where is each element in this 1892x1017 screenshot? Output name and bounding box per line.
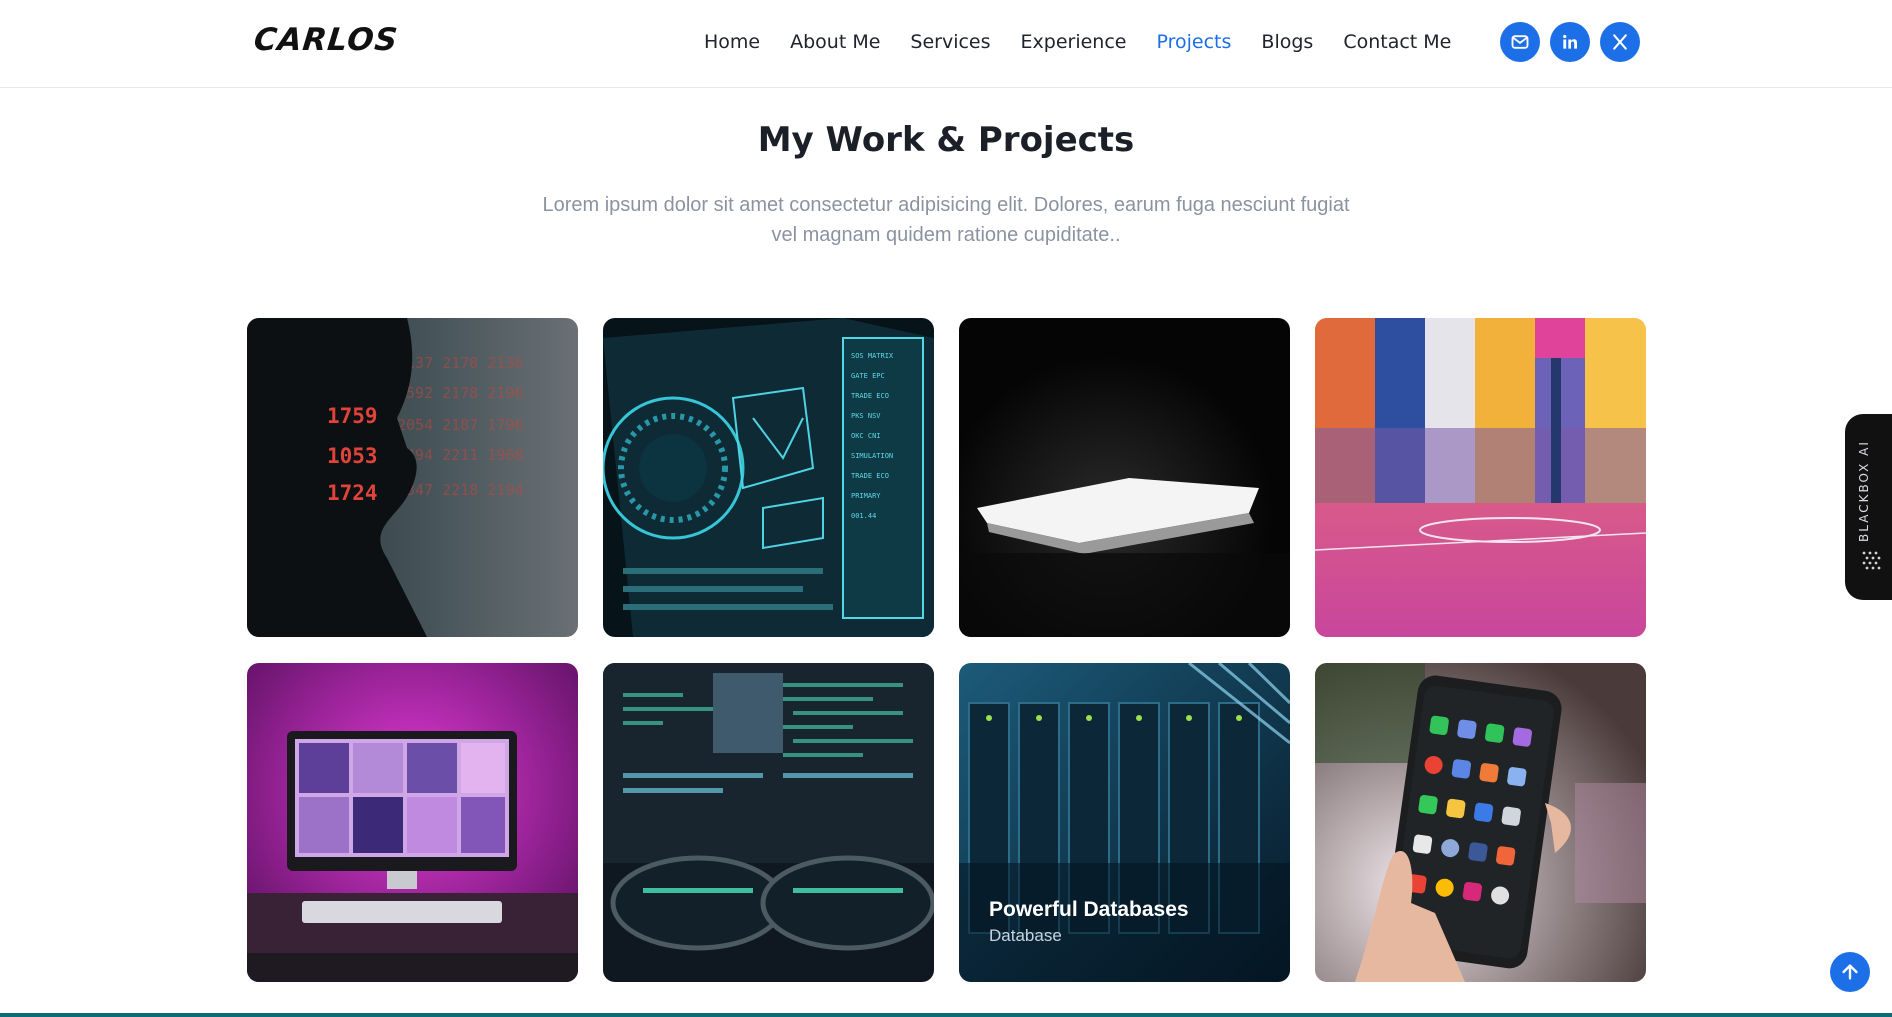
project-card[interactable] (247, 663, 578, 982)
nav-contact-me[interactable]: Contact Me (1343, 30, 1451, 54)
svg-text:PKS NSV: PKS NSV (851, 412, 881, 420)
nav-home[interactable]: Home (704, 30, 760, 54)
svg-text:PRIMARY: PRIMARY (851, 492, 881, 500)
project-category: Database (989, 926, 1062, 945)
main-nav: Home About Me Services Experience Projec… (704, 30, 1481, 54)
svg-text:TRADE ECO: TRADE ECO (851, 472, 889, 480)
site-logo[interactable]: CARLOS (252, 22, 400, 58)
project-card[interactable] (603, 663, 934, 982)
project-image-dark-laptop (959, 318, 1290, 637)
project-title: Powerful Databases (989, 898, 1189, 921)
svg-text:2137 2178 2136: 2137 2178 2136 (397, 354, 523, 372)
project-image-smartphone-hand (1315, 663, 1646, 982)
nav-about-me[interactable]: About Me (790, 30, 880, 54)
mail-icon[interactable] (1500, 22, 1540, 62)
project-card[interactable]: 2137 2178 2136 1592 2178 2196 2054 2187 1… (247, 318, 578, 637)
scroll-to-top-button[interactable] (1830, 952, 1870, 992)
nav-projects[interactable]: Projects (1157, 30, 1232, 54)
nav-blogs[interactable]: Blogs (1261, 30, 1313, 54)
x-icon[interactable] (1600, 22, 1640, 62)
grid-dots-icon (1862, 551, 1881, 570)
svg-text:1724: 1724 (327, 481, 378, 505)
project-image-hud-interface: SOS MATRIX GATE EPC TRADE ECO PKS NSV OKC C… (603, 318, 934, 637)
blackbox-ai-widget[interactable]: BLACKBOX AI (1845, 414, 1892, 600)
svg-text:OKC CNI: OKC CNI (851, 432, 881, 440)
svg-text:1347 2218 2194: 1347 2218 2194 (397, 481, 523, 499)
project-image-hacker-portrait: 2137 2178 2136 1592 2178 2196 2054 2187 1… (247, 318, 578, 637)
project-card[interactable]: SOS MATRIX GATE EPC TRADE ECO PKS NSV OKC C… (603, 318, 934, 637)
project-image-code-glasses (603, 663, 934, 982)
social-links (1500, 22, 1640, 62)
svg-text:SIMULATION: SIMULATION (851, 452, 893, 460)
widget-label: BLACKBOX AI (1857, 440, 1871, 542)
svg-text:1592 2178 2196: 1592 2178 2196 (397, 384, 523, 402)
project-image-pink-imac-desk (247, 663, 578, 982)
project-card[interactable] (959, 318, 1290, 637)
projects-grid: 2137 2178 2136 1592 2178 2196 2054 2187 1… (247, 318, 1647, 982)
svg-text:SOS MATRIX: SOS MATRIX (851, 352, 894, 360)
nav-services[interactable]: Services (910, 30, 990, 54)
arrow-up-icon (1842, 964, 1858, 980)
bottom-accent-line (0, 1013, 1892, 1017)
project-card[interactable] (1315, 663, 1646, 982)
project-card[interactable]: Powerful Databases Database (959, 663, 1290, 982)
svg-text:2054 2187 1796: 2054 2187 1796 (397, 416, 523, 434)
project-card[interactable] (1315, 318, 1646, 637)
svg-text:001.44: 001.44 (851, 512, 876, 520)
linkedin-icon[interactable] (1550, 22, 1590, 62)
svg-text:1759: 1759 (327, 404, 378, 428)
section-description: Lorem ipsum dolor sit amet consectetur a… (542, 194, 1350, 246)
site-header: CARLOS Home About Me Services Experience… (0, 0, 1892, 88)
page-title: My Work & Projects (757, 120, 1135, 160)
svg-text:GATE EPC: GATE EPC (851, 372, 885, 380)
project-image-basketball-court (1315, 318, 1646, 637)
nav-experience[interactable]: Experience (1021, 30, 1127, 54)
svg-text:TRADE ECO: TRADE ECO (851, 392, 889, 400)
svg-text:1053: 1053 (327, 444, 378, 468)
